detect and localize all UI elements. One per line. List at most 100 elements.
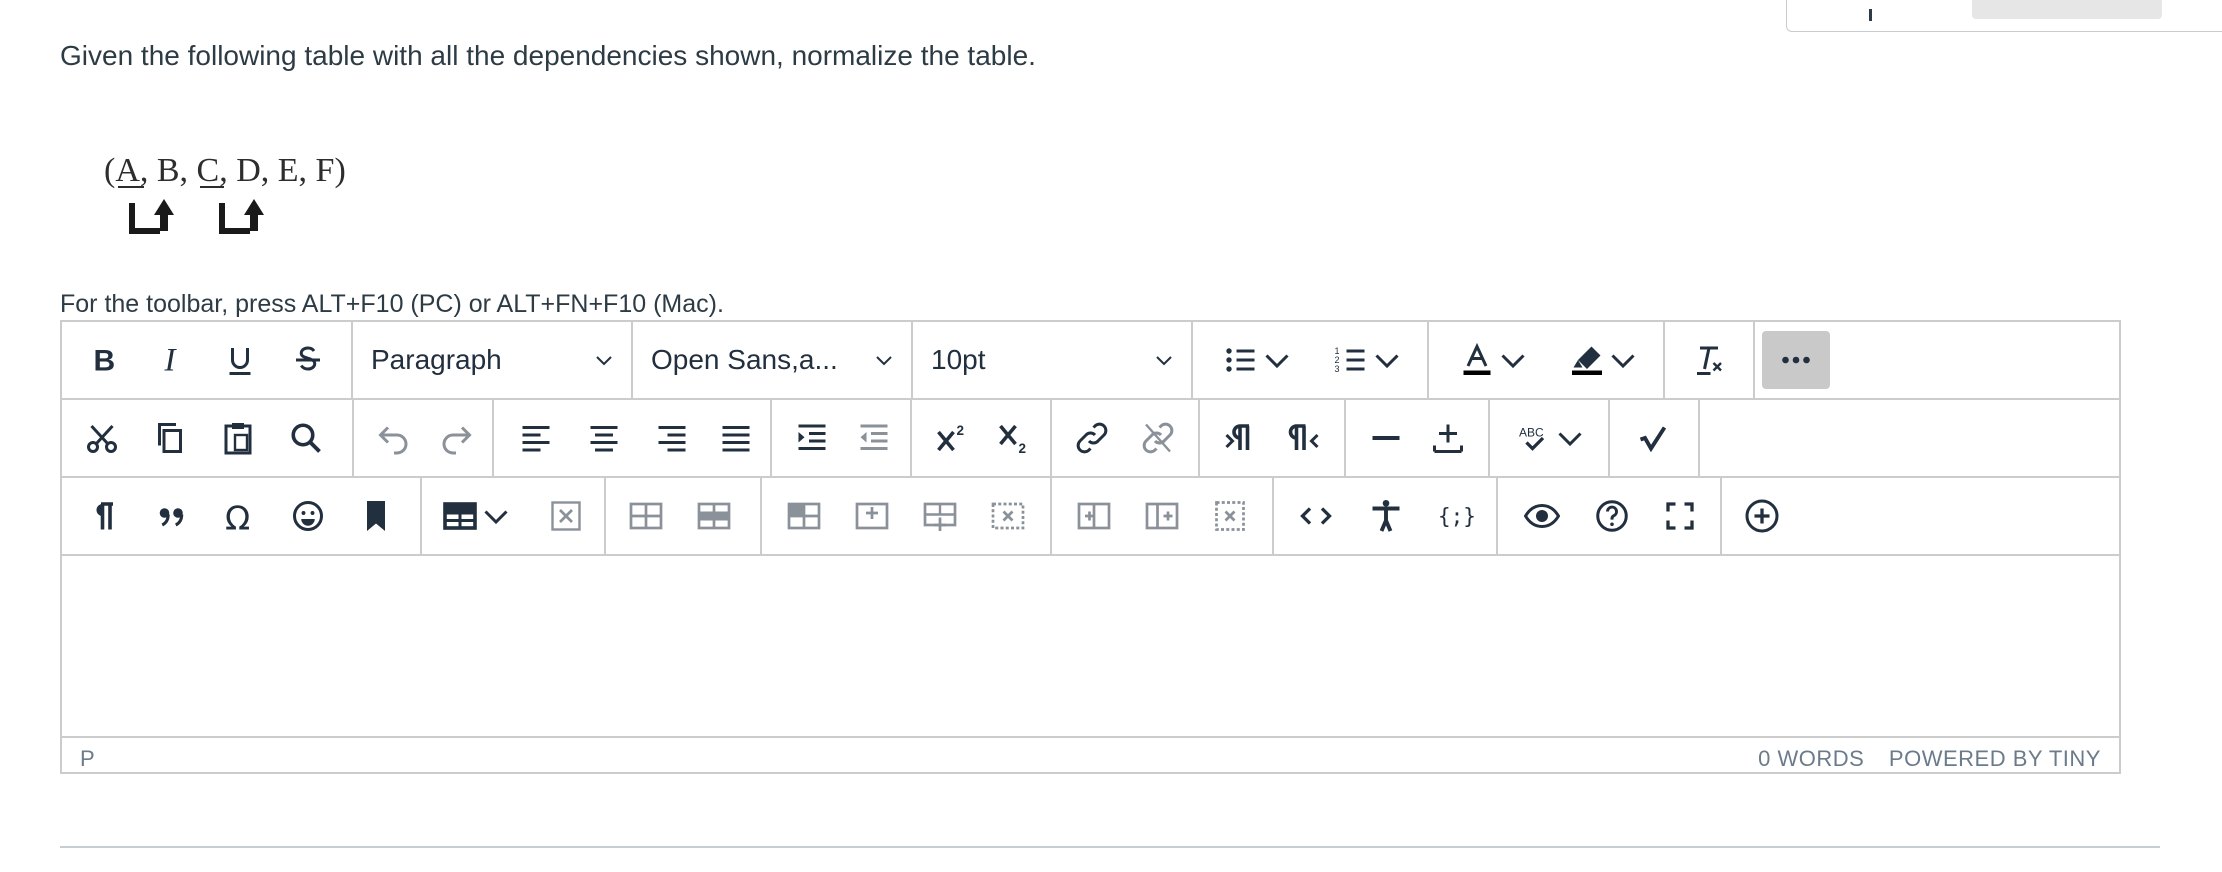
equation-button[interactable]	[1626, 409, 1682, 467]
special-char-button[interactable]: Ω	[212, 487, 268, 545]
font-family-select[interactable]: Open Sans,a...	[651, 331, 906, 389]
insert-row-after-button[interactable]	[912, 487, 968, 545]
undo-icon	[378, 426, 408, 455]
delete-col-button[interactable]	[1202, 487, 1258, 545]
block-format-select[interactable]: Paragraph	[371, 331, 626, 389]
col-ops-group	[1052, 478, 1274, 554]
top-right-control	[1786, 0, 2222, 32]
align-center-button[interactable]	[576, 409, 632, 467]
chevron-down-icon	[1156, 356, 1172, 366]
powered-by-link[interactable]: POWERED BY TINY	[1889, 746, 2101, 771]
blockquote-button[interactable]	[144, 487, 200, 545]
accessibility-button[interactable]	[1356, 487, 1416, 545]
more-button[interactable]	[1762, 331, 1830, 389]
equation-group	[1610, 400, 1700, 476]
source-code-button[interactable]	[1286, 487, 1346, 545]
bookmark-icon	[367, 501, 385, 531]
text-color-button[interactable]	[1447, 331, 1543, 389]
add-button[interactable]	[1732, 487, 1792, 545]
bookmark-button[interactable]	[348, 487, 404, 545]
delete-row-button[interactable]	[980, 487, 1036, 545]
toolbar-row-3: Ω {;}	[62, 478, 2119, 556]
help-button[interactable]	[1582, 487, 1642, 545]
underline-button[interactable]	[212, 331, 268, 389]
justify-button[interactable]	[708, 409, 764, 467]
delete-table-button[interactable]	[538, 487, 594, 545]
table-button[interactable]	[434, 487, 522, 545]
undo-button[interactable]	[366, 409, 422, 467]
paragraph-mark-button[interactable]	[76, 487, 132, 545]
top-grey-button[interactable]	[1972, 0, 2162, 19]
emoji-button[interactable]	[280, 487, 336, 545]
clear-formatting-button[interactable]	[1679, 331, 1739, 389]
table-props-button[interactable]	[618, 487, 674, 545]
cut-button[interactable]	[74, 409, 130, 467]
paste-button[interactable]	[210, 409, 266, 467]
cut-icon	[87, 424, 117, 453]
bullet-list-icon	[1226, 348, 1255, 372]
bullet-list-button[interactable]	[1211, 331, 1307, 389]
outdent-button[interactable]	[846, 409, 902, 467]
preview-button[interactable]	[1512, 487, 1572, 545]
redo-button[interactable]	[428, 409, 484, 467]
underline-icon	[229, 348, 251, 375]
cell-props-button[interactable]	[776, 487, 832, 545]
link-button[interactable]	[1064, 409, 1120, 467]
font-size-select[interactable]: 10pt	[931, 331, 1186, 389]
fullscreen-button[interactable]	[1650, 487, 1710, 545]
clear-format-group	[1665, 322, 1755, 398]
justify-icon	[722, 426, 750, 452]
numbered-list-button[interactable]: 123	[1321, 331, 1417, 389]
find-replace-icon	[291, 423, 321, 453]
subscript-button[interactable]: 2	[986, 409, 1042, 467]
format-group: B I	[62, 322, 353, 398]
template-button[interactable]: {;}	[1426, 487, 1486, 545]
direction-group	[1200, 400, 1346, 476]
align-left-icon	[522, 426, 550, 452]
plus-minus-button[interactable]	[1420, 409, 1476, 467]
align-left-button[interactable]	[508, 409, 564, 467]
dependency-figure: (A, B, C, D, E, F)	[104, 152, 346, 234]
chevron-down-icon	[1611, 354, 1635, 369]
chevron-down-icon	[1265, 354, 1289, 369]
insert-row-before-button[interactable]	[844, 487, 900, 545]
highlight-button[interactable]	[1557, 331, 1653, 389]
toolbar-row-2: 2 2 ABC	[62, 400, 2119, 478]
superscript-button[interactable]: 2	[924, 409, 980, 467]
spellcheck-button[interactable]: ABC	[1504, 409, 1600, 467]
ltr-icon	[1225, 424, 1250, 450]
svg-text:B: B	[94, 345, 116, 378]
spellcheck-group: ABC	[1490, 400, 1610, 476]
superscript-icon: 2	[937, 423, 964, 452]
clipboard-group	[62, 400, 354, 476]
find-replace-button[interactable]	[278, 409, 334, 467]
bold-button[interactable]: B	[76, 331, 132, 389]
ltr-button[interactable]	[1212, 409, 1268, 467]
row-props-button[interactable]	[686, 487, 742, 545]
strikethrough-button[interactable]	[280, 331, 336, 389]
chevron-down-icon	[1501, 354, 1525, 369]
editor-content-area[interactable]	[62, 556, 2119, 736]
indent-button[interactable]	[784, 409, 840, 467]
source-code-icon	[1300, 507, 1332, 525]
insert-col-after-button[interactable]	[1134, 487, 1190, 545]
insert-col-before-button[interactable]	[1066, 487, 1122, 545]
svg-text:3: 3	[1335, 364, 1340, 374]
rtl-button[interactable]	[1276, 409, 1332, 467]
add-icon	[1745, 499, 1779, 533]
chevron-down-icon	[596, 356, 612, 366]
omega-icon: Ω	[225, 499, 250, 535]
word-count[interactable]: 0 WORDS	[1758, 746, 1864, 771]
element-path[interactable]: P	[80, 746, 95, 772]
italic-button[interactable]: I	[144, 331, 200, 389]
unlink-button[interactable]	[1130, 409, 1186, 467]
svg-text:I: I	[164, 343, 178, 379]
horizontal-rule-button[interactable]	[1358, 409, 1414, 467]
copy-button[interactable]	[142, 409, 198, 467]
statusbar-right: 0 WORDS POWERED BY TINY	[1758, 746, 2101, 772]
indent-icon	[798, 424, 826, 450]
font-size-value: 10pt	[931, 344, 986, 375]
editor-statusbar: P 0 WORDS POWERED BY TINY	[62, 736, 2119, 774]
align-right-button[interactable]	[644, 409, 700, 467]
svg-text:ABC: ABC	[1519, 426, 1544, 440]
